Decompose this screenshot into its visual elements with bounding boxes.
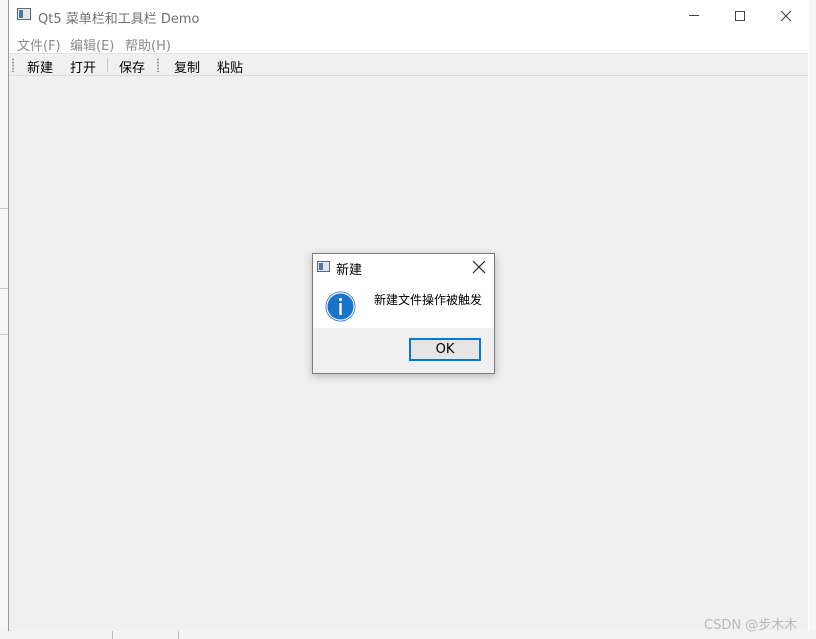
dialog-title-bar[interactable]: 新建 — [313, 254, 494, 279]
background-divider — [0, 288, 8, 289]
background-divider — [0, 334, 8, 335]
close-button[interactable] — [763, 0, 809, 31]
dialog-message: 新建文件操作被触发 — [374, 293, 483, 307]
app-window-icon — [17, 8, 31, 20]
toolbar-open-button[interactable]: 打开 — [70, 57, 96, 76]
window-title: Qt5 菜单栏和工具栏 Demo — [38, 12, 200, 27]
background-divider — [178, 630, 179, 639]
background-app-bottom — [0, 630, 816, 639]
title-bar[interactable]: Qt5 菜单栏和工具栏 Demo — [9, 0, 808, 31]
menu-help[interactable]: 帮助(H) — [125, 35, 171, 54]
menu-edit[interactable]: 编辑(E) — [70, 35, 114, 54]
maximize-button[interactable] — [717, 0, 763, 31]
watermark: CSDN @步木木 — [704, 618, 798, 633]
background-divider — [0, 208, 8, 209]
toolbar-paste-button[interactable]: 粘贴 — [217, 57, 243, 76]
toolbar-copy-button[interactable]: 复制 — [174, 57, 200, 76]
minimize-icon — [689, 15, 699, 16]
dialog-close-icon[interactable] — [469, 257, 489, 277]
menu-file[interactable]: 文件(F) — [17, 35, 61, 54]
message-dialog: 新建 新建文件操作被触发 OK — [312, 253, 495, 374]
maximize-icon — [735, 10, 745, 21]
minimize-button[interactable] — [671, 0, 717, 31]
background-divider — [112, 630, 113, 639]
toolbar-save-button[interactable]: 保存 — [119, 57, 145, 76]
toolbar-grip[interactable] — [12, 58, 14, 72]
menu-bar: 文件(F) 编辑(E) 帮助(H) — [9, 31, 808, 54]
information-icon — [325, 291, 356, 322]
toolbar-new-button[interactable]: 新建 — [27, 57, 53, 76]
dialog-body: 新建文件操作被触发 — [313, 279, 494, 328]
dialog-title: 新建 — [336, 263, 363, 278]
close-icon — [780, 10, 792, 21]
toolbar-grip[interactable] — [157, 58, 159, 72]
toolbar-separator — [107, 58, 108, 72]
dialog-footer: OK — [313, 328, 494, 373]
dialog-window-icon — [317, 261, 330, 272]
background-app-edge — [0, 0, 8, 639]
background-app-edge — [809, 0, 816, 639]
toolbar: 新建 打开 保存 复制 粘贴 — [9, 53, 808, 76]
ok-button[interactable]: OK — [409, 338, 481, 361]
